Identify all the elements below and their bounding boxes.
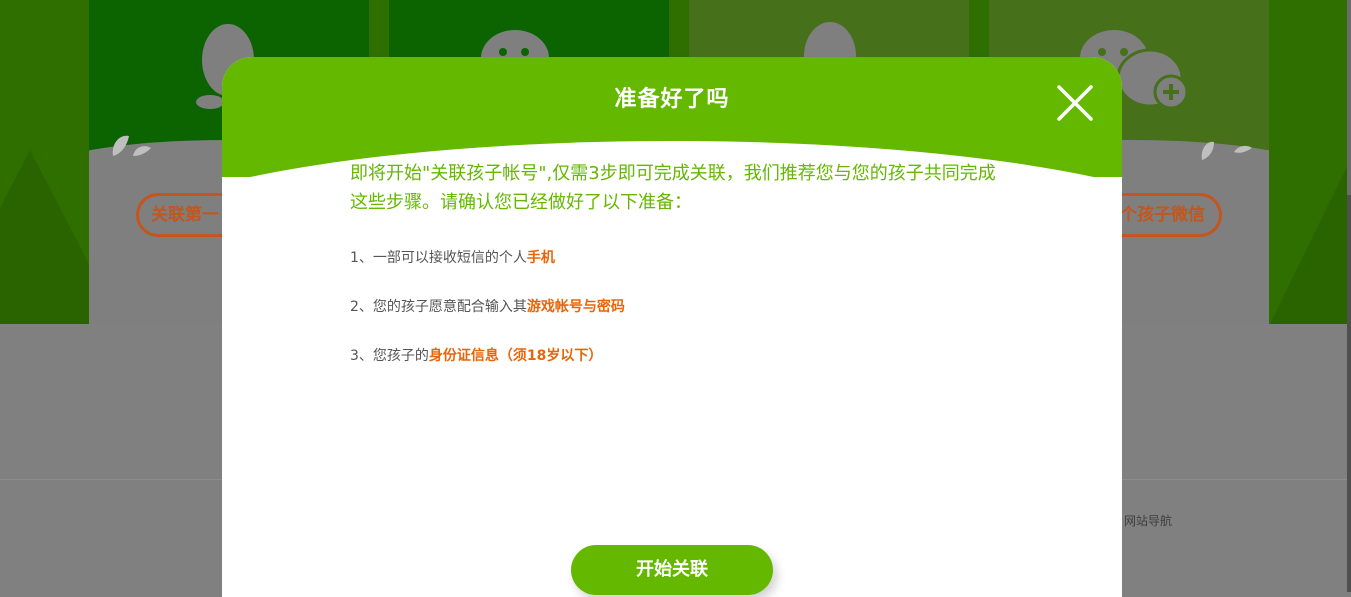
footer-site-nav-link[interactable]: 网站导航	[1124, 512, 1172, 529]
leaf-icon	[112, 135, 151, 156]
close-button[interactable]	[1056, 84, 1094, 122]
link-first-child-button[interactable]: 关联第一	[136, 193, 226, 237]
dialog-title: 准备好了吗	[614, 87, 730, 112]
leaf-icon	[1201, 141, 1252, 160]
link-child-wechat-button[interactable]: 个孩子微信	[1112, 193, 1222, 237]
ready-dialog: 准备好了吗 即将开始"关联孩子帐号",仅需3步即可完成关联，我们推荐您与您的孩子…	[222, 57, 1122, 597]
list-item: 2、您的孩子愿意配合输入其游戏帐号与密码	[350, 299, 625, 315]
start-link-button[interactable]: 开始关联	[571, 545, 773, 595]
list-item: 1、一部可以接收短信的个人手机	[350, 250, 555, 266]
list-item: 3、您孩子的身份证信息（须18岁以下）	[350, 348, 603, 364]
intro-text: 即将开始"关联孩子帐号",仅需3步即可完成关联，我们推荐您与您的孩子共同完成这些…	[350, 163, 996, 213]
close-icon	[1057, 85, 1093, 121]
page-scrollbar[interactable]	[1347, 0, 1351, 592]
